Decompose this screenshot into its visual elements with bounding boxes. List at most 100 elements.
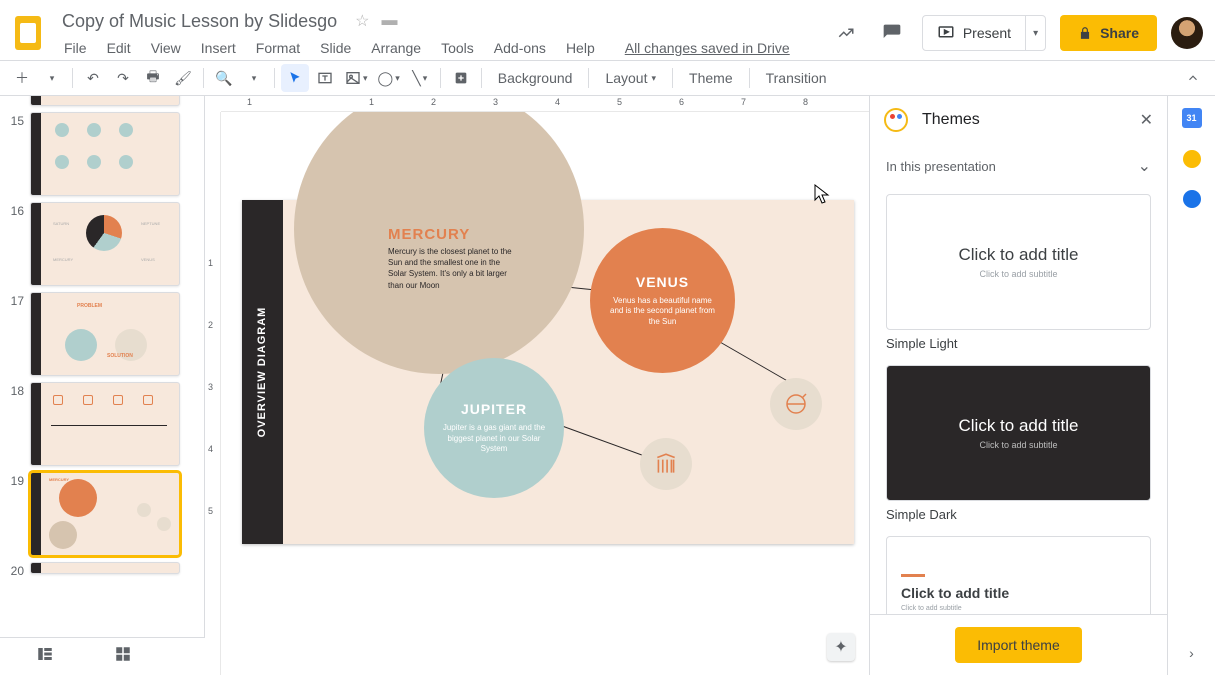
present-label: Present [963,25,1011,41]
paint-format-button[interactable]: 🖌 [169,64,197,92]
venus-body: Venus has a beautiful name and is the se… [606,296,719,327]
menu-tools[interactable]: Tools [433,37,482,59]
menu-view[interactable]: View [143,37,189,59]
chevron-down-icon: ⌄ [1138,156,1151,176]
new-slide-dropdown[interactable]: ▾ [38,64,66,92]
transition-button[interactable]: Transition [756,64,837,92]
zoom-dropdown[interactable]: ▾ [240,64,268,92]
thumb-15[interactable] [30,112,180,196]
header: Copy of Music Lesson by Slidesgo ☆ ▬ Fil… [0,0,1215,60]
keep-icon[interactable] [1183,150,1201,168]
menu-edit[interactable]: Edit [99,37,139,59]
thumb-16[interactable]: SATURNMERCURYNEPTUNEVENUS [30,202,180,286]
thumb-number: 17 [6,292,24,308]
move-folder-icon[interactable]: ▬ [382,12,398,30]
menu-format[interactable]: Format [248,37,308,59]
theme-card-sub: Click to add subtitle [901,605,962,612]
layout-button[interactable]: Layout▾ [595,64,666,92]
theme-streamline[interactable]: Click to add title Click to add subtitle [886,536,1151,614]
print-button[interactable]: 🖶 [139,64,167,92]
line-tool[interactable]: ╲▾ [406,64,434,92]
theme-card-sub: Click to add subtitle [979,269,1057,279]
thumb-20[interactable] [30,562,180,574]
present-button[interactable]: Present [923,16,1025,50]
theme-simple-light[interactable]: Click to add title Click to add subtitle [886,194,1151,330]
thumb-17[interactable]: PROBLEMSOLUTION [30,292,180,376]
venus-circle[interactable]: VENUS Venus has a beautiful name and is … [590,228,735,373]
themes-section-toggle[interactable]: In this presentation ⌄ [870,144,1167,188]
ruler-horizontal: 1 1 2 3 4 5 6 7 8 [221,96,869,112]
shape-tool[interactable]: ◯▾ [374,64,404,92]
menu-bar: File Edit View Insert Format Slide Arran… [56,37,790,59]
menu-file[interactable]: File [56,37,95,59]
slides-logo[interactable] [8,13,48,53]
present-button-group: Present ▾ [922,15,1046,51]
image-tool[interactable]: ▾ [341,64,372,92]
mercury-title[interactable]: MERCURY [388,226,470,243]
filmstrip[interactable]: 15 16 SATURNMERCURYNEPTUNEVENUS 17 PROBL… [0,96,205,675]
redo-button[interactable]: ↷ [109,64,137,92]
thumb-number: 16 [6,202,24,218]
mercury-body[interactable]: Mercury is the closest planet to the Sun… [388,246,518,291]
menu-help[interactable]: Help [558,37,603,59]
calendar-icon[interactable] [1182,108,1202,128]
select-tool[interactable] [281,64,309,92]
new-slide-button[interactable]: ＋ [8,64,36,92]
theme-button[interactable]: Theme [679,64,743,92]
tasks-icon[interactable] [1183,190,1201,208]
share-button[interactable]: Share [1060,15,1157,51]
share-label: Share [1100,25,1139,41]
explore-button[interactable]: ✦ [827,633,855,661]
account-avatar[interactable] [1171,17,1203,49]
theme-card-title: Click to add title [959,416,1079,436]
thumb-number: 18 [6,382,24,398]
theme-label: Simple Dark [886,507,1151,522]
theme-simple-dark[interactable]: Click to add title Click to add subtitle [886,365,1151,501]
theme-card-sub: Click to add subtitle [979,440,1057,450]
toolbar: ＋ ▾ ↶ ↷ 🖶 🖌 🔍 ▾ ▾ ◯▾ ╲▾ Background Layou… [0,60,1215,96]
comments-icon[interactable] [876,17,908,49]
doc-title[interactable]: Copy of Music Lesson by Slidesgo [56,7,343,35]
theme-card-title: Click to add title [959,245,1079,265]
import-theme-button[interactable]: Import theme [955,627,1081,663]
theme-label: Simple Light [886,336,1151,351]
filmstrip-view-icon[interactable] [36,645,54,668]
star-icon[interactable]: ☆ [355,11,369,31]
jupiter-title: JUPITER [461,401,527,417]
thumb-18[interactable] [30,382,180,466]
close-themes-icon[interactable]: ✕ [1140,110,1153,130]
save-status[interactable]: All changes saved in Drive [625,40,790,56]
slide-editor[interactable]: OVERVIEW DIAGRAM MERCURY Mercury is the … [242,200,854,544]
side-rail: › [1167,96,1215,675]
thumb-number: 20 [6,562,24,578]
jupiter-body: Jupiter is a gas giant and the biggest p… [438,423,550,454]
background-button[interactable]: Background [488,64,583,92]
activity-icon[interactable] [830,17,862,49]
palette-icon [884,108,908,132]
thumb-number: 19 [6,472,24,488]
thumb-number: 15 [6,112,24,128]
menu-addons[interactable]: Add-ons [486,37,554,59]
themes-panel-title: Themes [922,111,1126,129]
filmstrip-footer [0,637,205,675]
slide-side-title: OVERVIEW DIAGRAM [256,307,268,438]
menu-arrange[interactable]: Arrange [363,37,429,59]
thumb-19[interactable]: MERCURY [30,472,180,556]
expand-rail-icon[interactable]: › [1189,645,1194,661]
grid-view-icon[interactable] [114,645,132,668]
column-icon-circle[interactable] [640,438,692,490]
menu-slide[interactable]: Slide [312,37,359,59]
zoom-button[interactable]: 🔍 [210,64,238,92]
comment-insert-button[interactable] [447,64,475,92]
jupiter-circle[interactable]: JUPITER Jupiter is a gas giant and the b… [424,358,564,498]
menu-insert[interactable]: Insert [193,37,244,59]
undo-button[interactable]: ↶ [79,64,107,92]
canvas[interactable]: 1 1 2 3 4 5 6 7 8 1 2 3 4 5 OVERVIEW DIA… [205,96,869,675]
present-dropdown[interactable]: ▾ [1025,16,1045,50]
collapse-toolbar-icon[interactable] [1179,64,1207,92]
textbox-tool[interactable] [311,64,339,92]
drum-icon-circle[interactable] [770,378,822,430]
ruler-vertical: 1 2 3 4 5 [205,112,221,675]
mercury-circle[interactable] [294,112,584,374]
venus-title: VENUS [636,274,689,290]
